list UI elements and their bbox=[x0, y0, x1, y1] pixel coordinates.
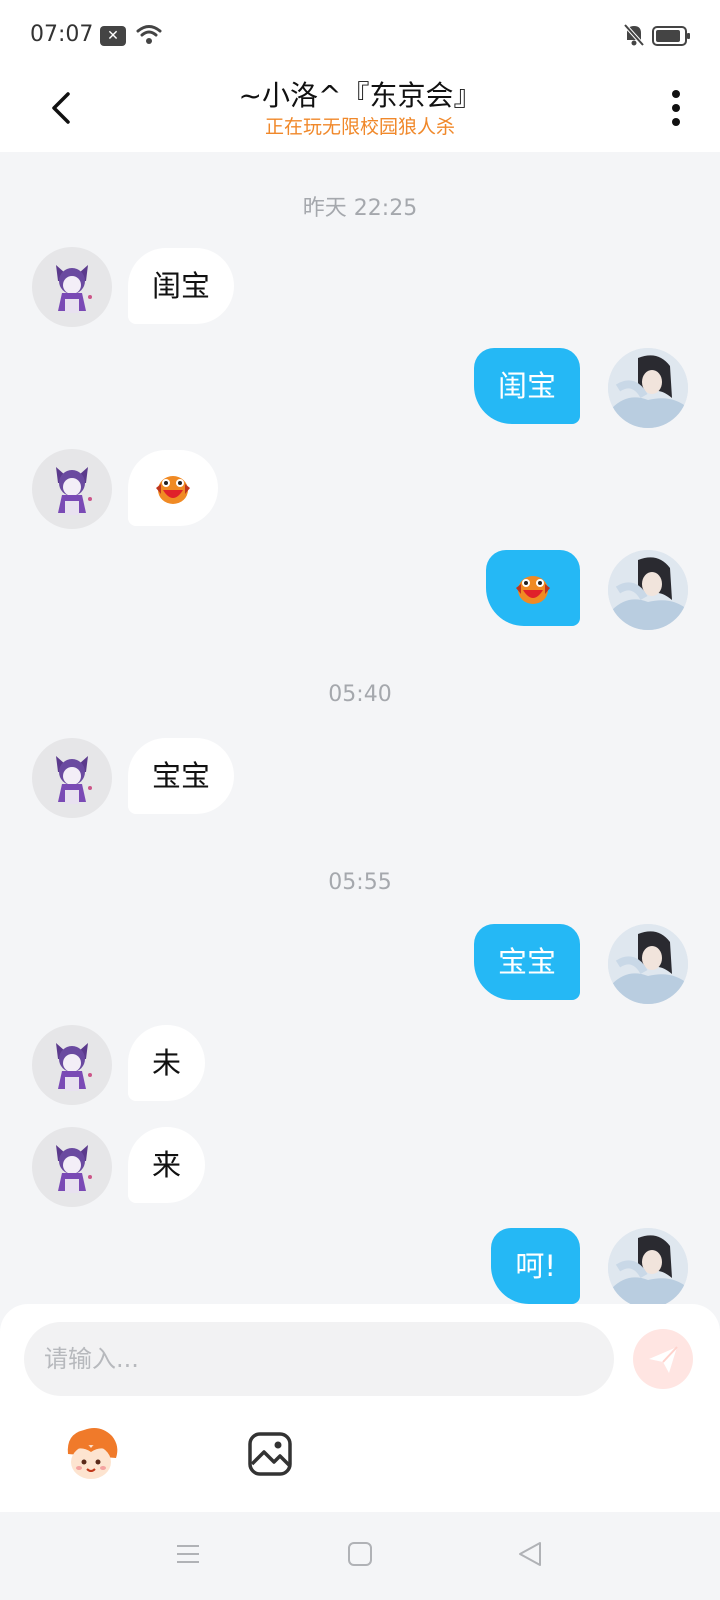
system-nav-bar bbox=[0, 1512, 720, 1600]
emoji-button[interactable] bbox=[60, 1424, 122, 1486]
close-notification-icon: ✕ bbox=[100, 26, 126, 46]
message-input[interactable] bbox=[24, 1322, 614, 1396]
back-triangle-icon[interactable] bbox=[516, 1540, 544, 1568]
bell-off-icon bbox=[623, 23, 645, 47]
contact-avatar[interactable] bbox=[32, 1127, 112, 1207]
image-button[interactable] bbox=[246, 1430, 294, 1478]
timestamp: 05:40 bbox=[328, 682, 392, 707]
message-bubble-received[interactable]: 来 bbox=[128, 1127, 206, 1203]
status-time: 07:07 bbox=[30, 22, 94, 47]
message-bubble-received[interactable]: 闺宝 bbox=[128, 248, 235, 324]
battery-icon bbox=[652, 26, 690, 46]
message-bubble-received[interactable]: 宝宝 bbox=[128, 738, 235, 814]
my-avatar[interactable] bbox=[608, 550, 688, 630]
status-subtitle: 正在玩无限校园狼人杀 bbox=[264, 116, 455, 138]
message-bubble-sent[interactable]: 呵! bbox=[491, 1228, 580, 1304]
paper-plane-icon bbox=[649, 1346, 678, 1373]
my-avatar[interactable] bbox=[608, 348, 688, 428]
status-bar: 07:07 ✕ bbox=[0, 0, 720, 70]
composer-panel bbox=[0, 1304, 720, 1512]
red-bird-sticker-icon bbox=[516, 576, 550, 604]
timestamp: 昨天 22:25 bbox=[302, 196, 418, 221]
more-button[interactable] bbox=[656, 84, 696, 132]
send-button[interactable] bbox=[633, 1329, 693, 1389]
more-vertical-icon bbox=[672, 90, 680, 126]
wifi-icon bbox=[136, 25, 162, 44]
contact-avatar[interactable] bbox=[32, 247, 112, 327]
image-icon bbox=[248, 1432, 292, 1476]
message-bubble-sent[interactable] bbox=[486, 550, 580, 626]
message-bubble-received[interactable] bbox=[128, 450, 218, 526]
contact-avatar[interactable] bbox=[32, 449, 112, 529]
my-avatar[interactable] bbox=[608, 1228, 688, 1304]
red-bird-sticker-icon bbox=[156, 476, 190, 504]
page-title: ~小洛^『东京会』 bbox=[238, 79, 482, 112]
message-bubble-sent[interactable]: 闺宝 bbox=[473, 348, 580, 424]
my-avatar[interactable] bbox=[608, 924, 688, 1004]
contact-avatar[interactable] bbox=[32, 1025, 112, 1105]
emoji-mascot-icon bbox=[67, 1428, 118, 1479]
home-square-icon[interactable] bbox=[346, 1540, 374, 1568]
message-list[interactable]: 昨天 22:25 闺宝 闺宝 05:40 宝宝 05:55 宝宝 未 来 呵! bbox=[0, 152, 720, 1304]
contact-avatar[interactable] bbox=[32, 738, 112, 818]
menu-icon[interactable] bbox=[174, 1540, 202, 1568]
timestamp: 05:55 bbox=[328, 870, 392, 895]
message-bubble-sent[interactable]: 宝宝 bbox=[473, 924, 580, 1000]
message-bubble-received[interactable]: 未 bbox=[128, 1025, 206, 1101]
chat-header: ~小洛^『东京会』 正在玩无限校园狼人杀 bbox=[0, 70, 720, 152]
